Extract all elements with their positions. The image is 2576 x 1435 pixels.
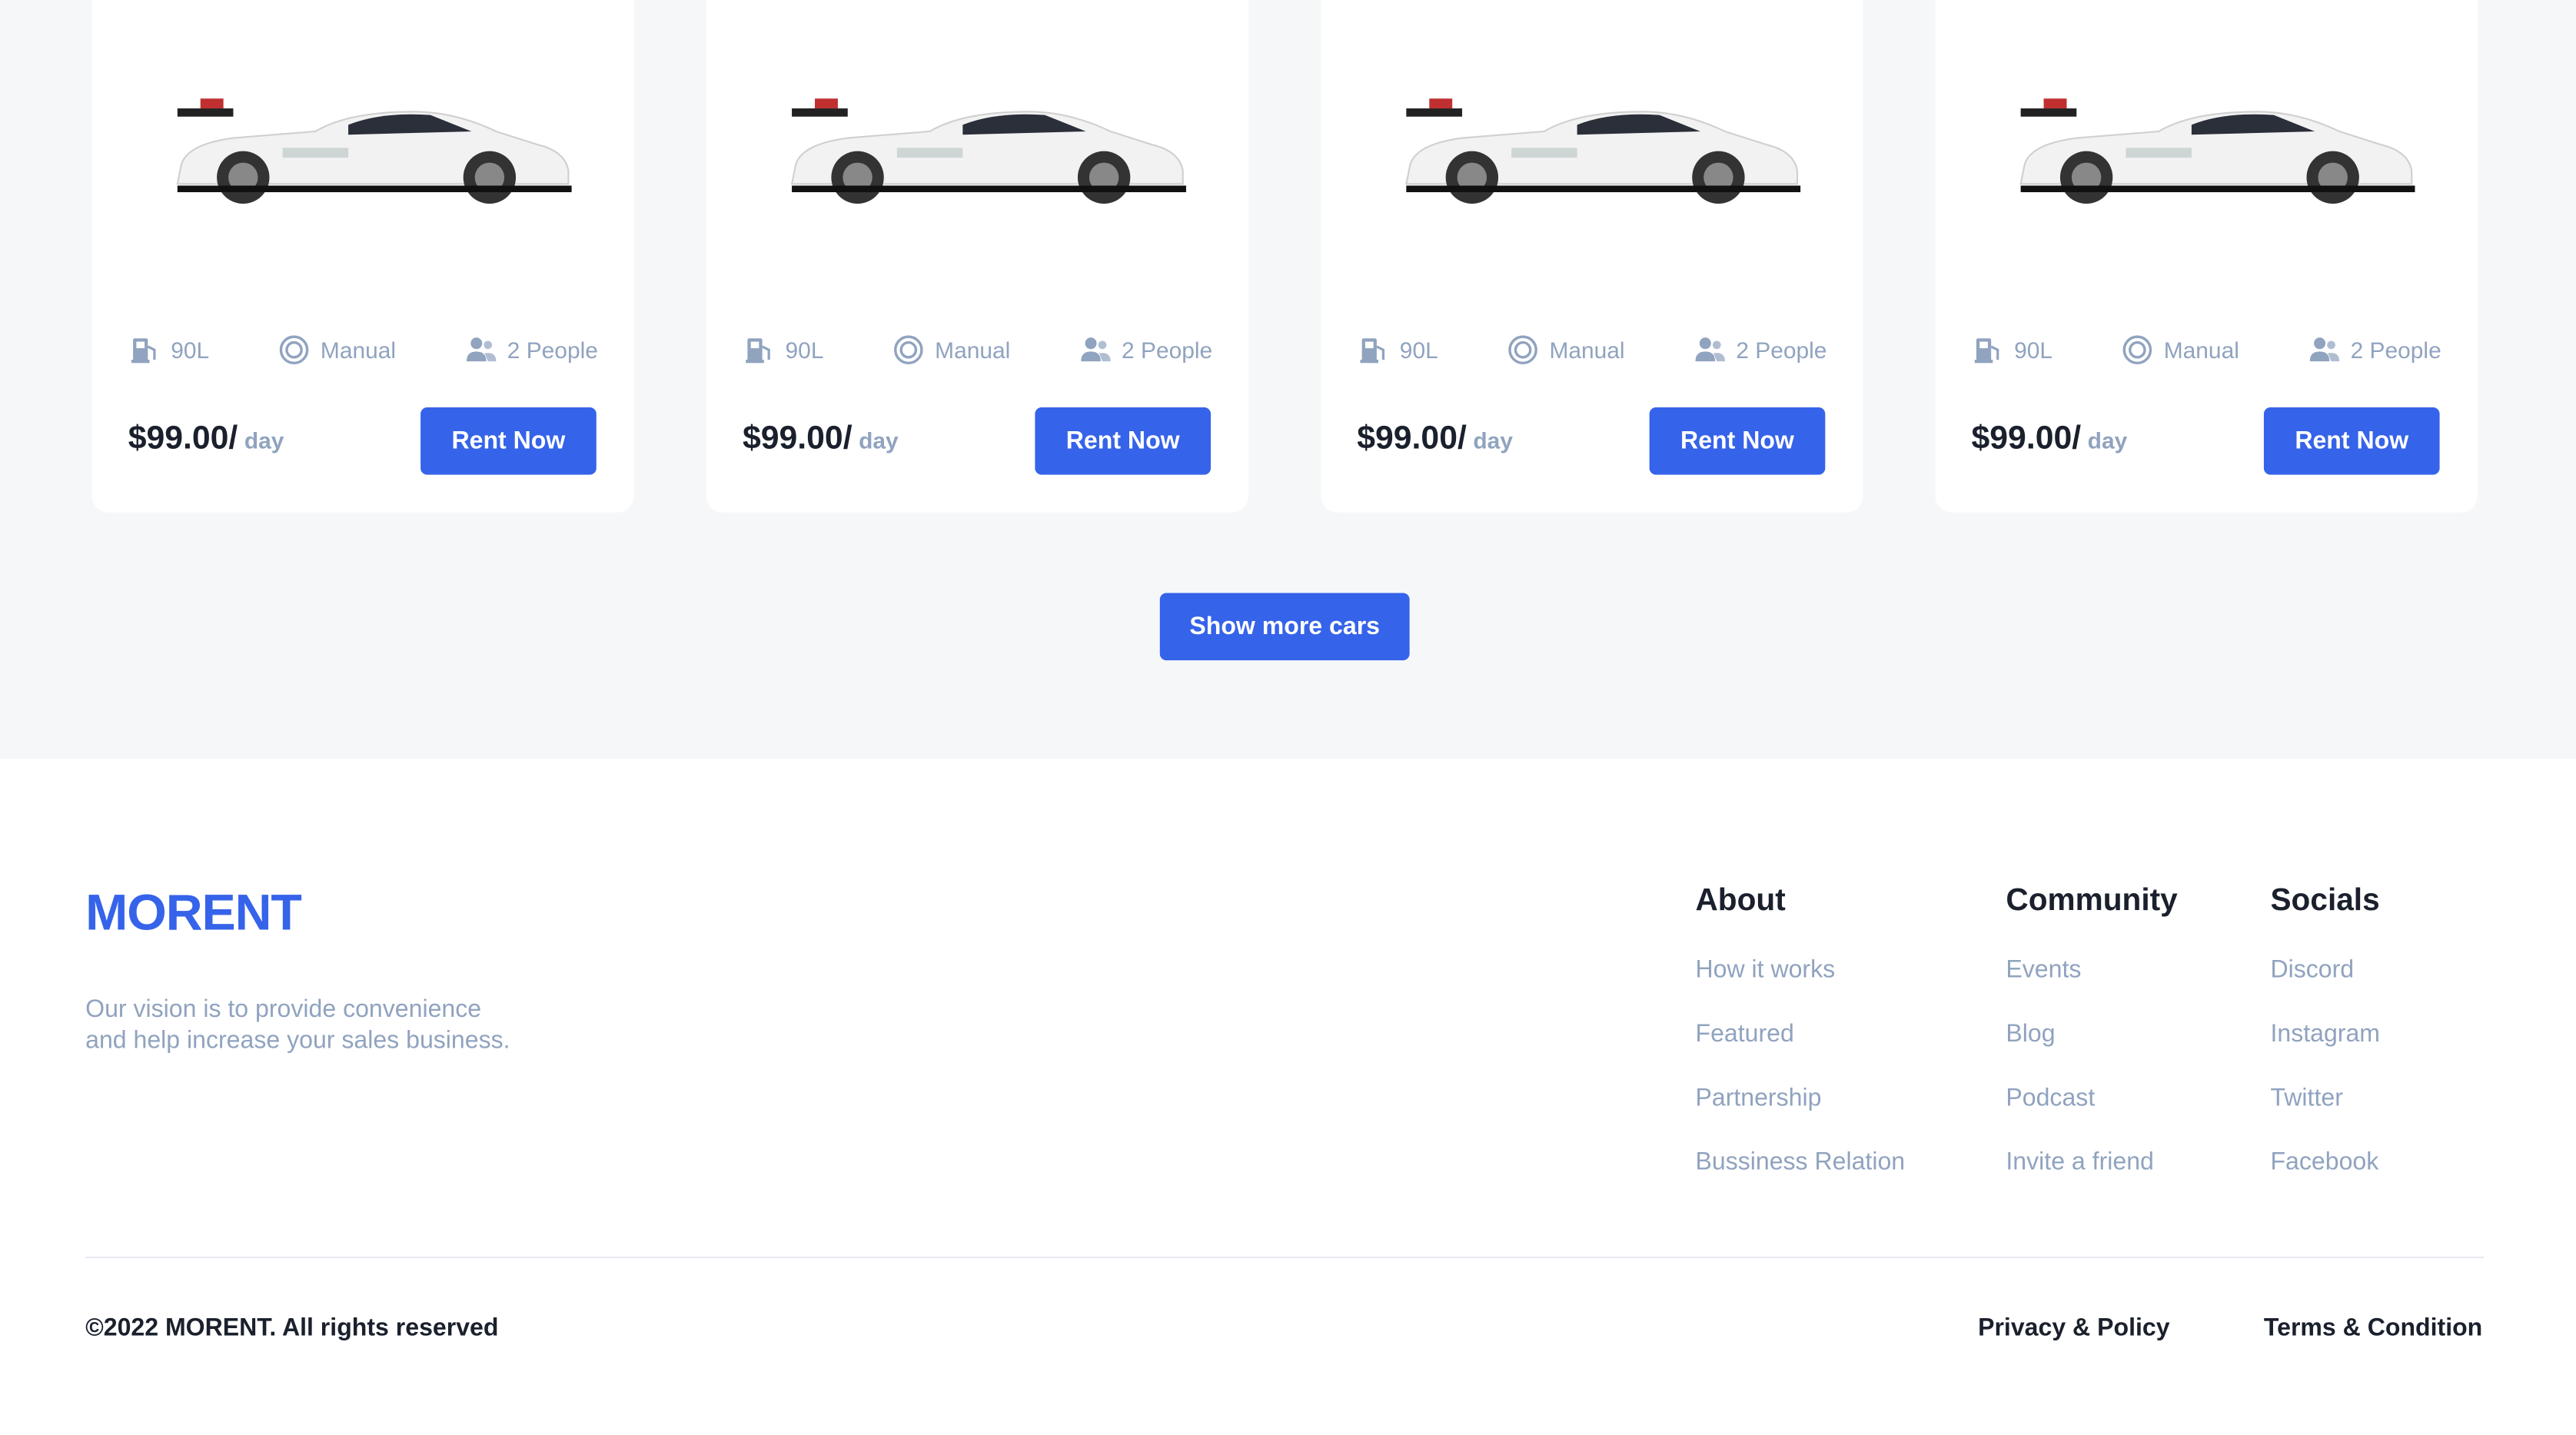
- footer-link[interactable]: Featured: [1695, 1020, 1905, 1048]
- footer-link[interactable]: Instagram: [2270, 1020, 2380, 1048]
- footer-column-community: Community Events Blog Podcast Invite a f…: [2006, 884, 2177, 1176]
- transmission-spec: Manual: [278, 334, 396, 367]
- rent-now-button[interactable]: Rent Now: [1649, 407, 1826, 475]
- fuel-spec: 90L: [128, 334, 209, 367]
- footer: MORENT Our vision is to provide convenie…: [0, 759, 2576, 1435]
- rent-now-button[interactable]: Rent Now: [2263, 407, 2440, 475]
- price-unit: day: [244, 427, 284, 453]
- transmission-spec: Manual: [2121, 334, 2239, 367]
- rent-now-button[interactable]: Rent Now: [420, 407, 597, 475]
- car-image: [1405, 98, 1801, 204]
- rent-now-button[interactable]: Rent Now: [1035, 407, 1212, 475]
- vision-line: Our vision is to provide convenience: [85, 995, 482, 1024]
- footer-link[interactable]: How it works: [1695, 956, 1905, 984]
- capacity-label: 2 People: [2350, 337, 2441, 364]
- price-amount: $99.00/: [742, 420, 853, 457]
- people-icon: [466, 337, 496, 362]
- transmission-spec: Manual: [1507, 334, 1625, 367]
- footer-vision: Our vision is to provide convenience and…: [85, 994, 562, 1056]
- price: $99.00/ day: [743, 420, 899, 458]
- terms-condition-link[interactable]: Terms & Condition: [2264, 1314, 2482, 1342]
- footer-link[interactable]: Invite a friend: [2006, 1148, 2177, 1176]
- gas-station-icon: [1360, 338, 1385, 364]
- capacity-spec: 2 People: [1694, 334, 1827, 367]
- car-card[interactable]: 90L Manual 2 People $99.00/ day Rent Now: [1321, 0, 1863, 513]
- vision-line: and help increase your sales business.: [85, 1026, 510, 1055]
- footer-link[interactable]: Podcast: [2006, 1084, 2177, 1111]
- capacity-label: 2 People: [1736, 337, 1827, 364]
- car-card[interactable]: 90L Manual 2 People $99.00/ day Rent Now: [1935, 0, 2478, 513]
- car-card[interactable]: 90L Manual 2 People $99.00/ day Rent Now: [706, 0, 1249, 513]
- gas-station-icon: [1974, 338, 1999, 364]
- price-amount: $99.00/: [1971, 420, 2082, 457]
- transmission-label: Manual: [2163, 337, 2239, 364]
- footer-link[interactable]: Events: [2006, 956, 2177, 984]
- price-amount: $99.00/: [128, 420, 238, 457]
- transmission-label: Manual: [1549, 337, 1625, 364]
- transmission-label: Manual: [320, 337, 397, 364]
- capacity-spec: 2 People: [464, 334, 598, 367]
- car-image: [790, 98, 1186, 204]
- price: $99.00/ day: [1357, 420, 1513, 458]
- footer-column-about: About How it works Featured Partnership …: [1695, 884, 1905, 1176]
- car-image: [2019, 98, 2415, 204]
- column-title: About: [1695, 883, 1786, 918]
- steering-wheel-icon: [279, 335, 309, 365]
- show-more-cars-button[interactable]: Show more cars: [1159, 593, 1410, 661]
- footer-logo[interactable]: MORENT: [85, 884, 302, 943]
- car-grid-section: 90L Manual 2 People $99.00/ day Rent Now: [0, 0, 2576, 759]
- capacity-label: 2 People: [1122, 337, 1213, 364]
- footer-divider: [85, 1256, 2485, 1259]
- transmission-spec: Manual: [892, 334, 1011, 367]
- capacity-spec: 2 People: [1079, 334, 1212, 367]
- footer-link[interactable]: Facebook: [2270, 1148, 2380, 1176]
- price-unit: day: [859, 427, 899, 453]
- footer-link[interactable]: Partnership: [1695, 1084, 1905, 1111]
- fuel-spec: 90L: [1972, 334, 2052, 367]
- footer-link[interactable]: Bussiness Relation: [1695, 1148, 1905, 1176]
- car-card[interactable]: 90L Manual 2 People $99.00/ day Rent Now: [91, 0, 634, 513]
- car-image: [176, 98, 572, 204]
- steering-wheel-icon: [1508, 335, 1538, 365]
- fuel-label: 90L: [785, 337, 824, 364]
- column-title: Socials: [2270, 883, 2380, 918]
- price: $99.00/ day: [128, 420, 284, 458]
- capacity-spec: 2 People: [2308, 334, 2441, 367]
- steering-wheel-icon: [894, 335, 923, 365]
- people-icon: [1080, 337, 1111, 362]
- capacity-label: 2 People: [507, 337, 598, 364]
- gas-station-icon: [746, 338, 770, 364]
- price-amount: $99.00/: [1357, 420, 1467, 457]
- people-icon: [1694, 337, 1725, 362]
- price-unit: day: [1473, 427, 1513, 453]
- fuel-label: 90L: [2014, 337, 2053, 364]
- footer-link[interactable]: Discord: [2270, 956, 2380, 984]
- fuel-label: 90L: [171, 337, 210, 364]
- gas-station-icon: [131, 338, 156, 364]
- fuel-spec: 90L: [1357, 334, 1438, 367]
- footer-link[interactable]: Twitter: [2270, 1084, 2380, 1111]
- price-unit: day: [2087, 427, 2128, 453]
- privacy-policy-link[interactable]: Privacy & Policy: [1978, 1314, 2169, 1342]
- copyright: ©2022 MORENT. All rights reserved: [85, 1314, 499, 1343]
- steering-wheel-icon: [2122, 335, 2152, 365]
- fuel-spec: 90L: [743, 334, 823, 367]
- footer-link[interactable]: Blog: [2006, 1020, 2177, 1048]
- fuel-label: 90L: [1399, 337, 1438, 364]
- people-icon: [2309, 337, 2339, 362]
- column-title: Community: [2006, 883, 2178, 918]
- transmission-label: Manual: [935, 337, 1011, 364]
- footer-column-socials: Socials Discord Instagram Twitter Facebo…: [2270, 884, 2380, 1176]
- price: $99.00/ day: [1972, 420, 2128, 458]
